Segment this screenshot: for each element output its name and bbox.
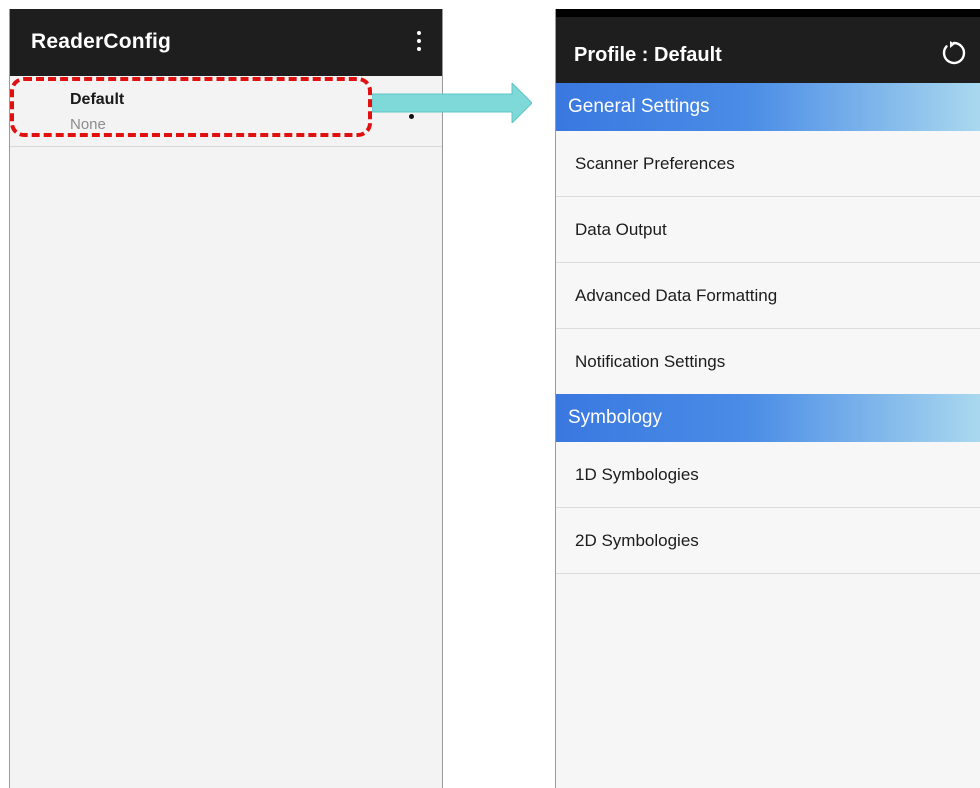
menu-item-advanced-data-formatting[interactable]: Advanced Data Formatting xyxy=(556,263,980,329)
page-title: Profile : Default xyxy=(574,44,722,66)
menu-item-2d-symbologies[interactable]: 2D Symbologies xyxy=(556,508,980,574)
menu-item-scanner-preferences[interactable]: Scanner Preferences xyxy=(556,131,980,197)
menu-item-data-output[interactable]: Data Output xyxy=(556,197,980,263)
app-bar: ReaderConfig xyxy=(10,9,442,76)
arrow-icon xyxy=(372,83,532,123)
screenshot-canvas: ReaderConfig Default None Profile : Defa… xyxy=(0,0,980,788)
menu-item-1d-symbologies[interactable]: 1D Symbologies xyxy=(556,442,980,508)
highlight-annotation xyxy=(10,77,372,137)
more-vert-icon[interactable] xyxy=(416,31,422,53)
section-header-general-settings: General Settings xyxy=(556,83,980,131)
section-header-symbology: Symbology xyxy=(556,394,980,442)
status-bar xyxy=(556,9,980,17)
app-title: ReaderConfig xyxy=(31,30,172,53)
profile-settings-screen: Profile : Default General Settings Scann… xyxy=(555,9,980,788)
app-bar: Profile : Default xyxy=(556,17,980,83)
menu-item-notification-settings[interactable]: Notification Settings xyxy=(556,329,980,394)
reset-icon[interactable] xyxy=(940,39,968,67)
